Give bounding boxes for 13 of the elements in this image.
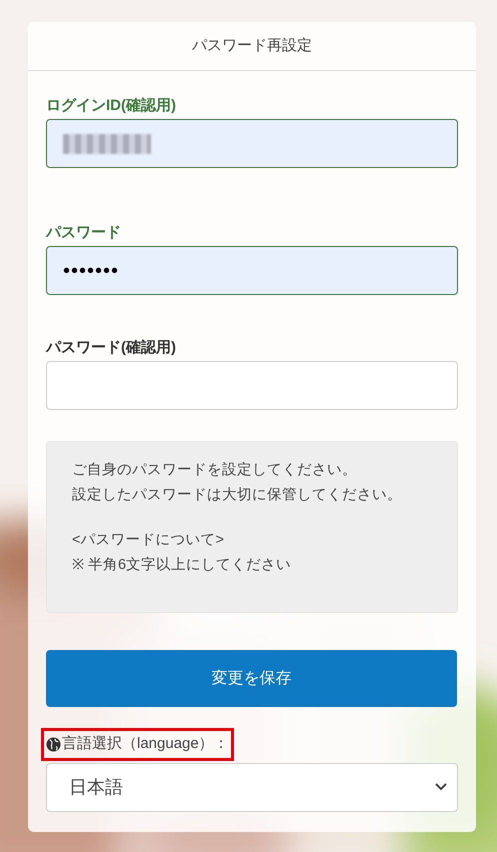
field-label: パスワード(確認用) xyxy=(46,338,177,358)
chevron-down-icon xyxy=(435,783,447,792)
notice-text: ご自身のパスワードを設定してください。 設定したパスワードは大切に保管してください。 xyxy=(72,460,403,505)
field-label: パスワード xyxy=(46,223,122,243)
language-select[interactable]: 日本語 xyxy=(46,762,458,812)
save-button[interactable]: 変更を保存 xyxy=(46,650,457,707)
input-field[interactable]: ••••••• xyxy=(46,246,458,295)
language-label: 言語選択（language）： xyxy=(46,733,229,756)
notice-text: <パスワードについて> ※ 半角6文字以上にしてください xyxy=(72,531,292,575)
globe-icon xyxy=(46,736,61,752)
card-title: パスワード再設定 xyxy=(192,36,312,56)
input-field[interactable] xyxy=(46,119,458,168)
field-label: ログインID(確認用) xyxy=(46,96,177,116)
